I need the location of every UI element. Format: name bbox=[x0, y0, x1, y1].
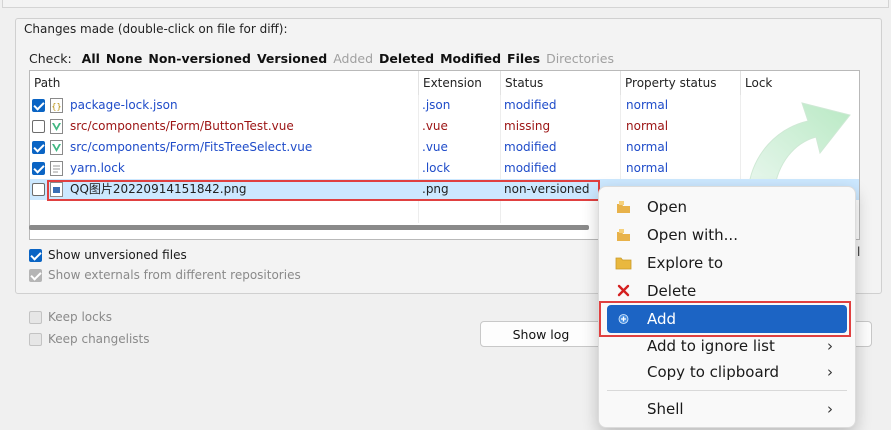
menu-item-add-to-ignore-list[interactable]: Add to ignore list › bbox=[607, 332, 847, 360]
changes-group-label: Changes made (double-click on file for d… bbox=[24, 22, 288, 36]
list-header: Path Extension Status Property status Lo… bbox=[30, 71, 859, 95]
menu-item-delete[interactable]: Delete bbox=[607, 277, 847, 305]
menu-item-shell[interactable]: Shell › bbox=[607, 395, 847, 423]
check-versioned-link[interactable]: Versioned bbox=[257, 51, 327, 66]
show-log-label: Show log bbox=[512, 326, 570, 342]
row-property-status: normal bbox=[626, 119, 669, 133]
context-menu: Open Open with... Explore to Delete Add … bbox=[598, 186, 856, 428]
table-row[interactable]: src/components/Form/ButtonTest.vue .vue … bbox=[30, 116, 859, 137]
image-file-icon bbox=[50, 182, 63, 197]
open-icon bbox=[617, 201, 630, 213]
row-checkbox[interactable] bbox=[32, 162, 45, 175]
keep-changelists-checkbox: Keep changelists bbox=[29, 330, 150, 348]
menu-item-label: Shell bbox=[647, 400, 684, 418]
row-status: non-versioned bbox=[504, 182, 590, 196]
row-checkbox[interactable] bbox=[32, 120, 45, 133]
table-row[interactable]: src/components/Form/FitsTreeSelect.vue .… bbox=[30, 137, 859, 158]
row-status: modified bbox=[504, 140, 557, 154]
check-nonversioned-link[interactable]: Non-versioned bbox=[148, 51, 251, 66]
check-directories-link: Directories bbox=[546, 50, 614, 66]
row-checkbox[interactable] bbox=[32, 183, 45, 196]
row-extension: .png bbox=[422, 182, 449, 196]
show-unversioned-label: Show unversioned files bbox=[48, 248, 187, 262]
row-path: package-lock.json bbox=[70, 98, 178, 112]
vue-file-icon bbox=[50, 119, 63, 134]
check-filter-row: Check: All None Non-versioned Versioned … bbox=[29, 50, 614, 66]
folder-icon bbox=[615, 257, 632, 270]
check-added-link: Added bbox=[333, 50, 374, 66]
menu-item-explore-to[interactable]: Explore to bbox=[607, 249, 847, 277]
keep-locks-label: Keep locks bbox=[48, 310, 112, 324]
show-externals-label: Show externals from different repositori… bbox=[48, 268, 301, 282]
column-header-status[interactable]: Status bbox=[500, 71, 620, 95]
menu-item-label: Add bbox=[647, 310, 677, 328]
row-status: missing bbox=[504, 119, 551, 133]
show-unversioned-checkbox[interactable]: Show unversioned files bbox=[29, 246, 187, 264]
column-header-lock[interactable]: Lock bbox=[740, 71, 859, 95]
text-file-icon bbox=[50, 161, 63, 176]
svg-text:{}: {} bbox=[51, 102, 61, 111]
keep-changelists-label: Keep changelists bbox=[48, 332, 150, 346]
checkbox-box bbox=[29, 310, 42, 324]
delete-x-icon bbox=[617, 284, 630, 297]
row-extension: .json bbox=[422, 98, 451, 112]
row-path: yarn.lock bbox=[70, 161, 125, 175]
menu-separator bbox=[607, 390, 847, 391]
chevron-right-icon: › bbox=[827, 400, 833, 418]
chevron-right-icon: › bbox=[827, 337, 833, 355]
checkbox-box bbox=[29, 332, 42, 346]
menu-item-label: Open bbox=[647, 198, 688, 216]
check-all-link[interactable]: All bbox=[82, 51, 100, 66]
menu-item-copy-to-clipboard[interactable]: Copy to clipboard › bbox=[607, 358, 847, 386]
chevron-right-icon: › bbox=[827, 363, 833, 381]
row-property-status: normal bbox=[626, 161, 669, 175]
show-externals-checkbox: Show externals from different repositori… bbox=[29, 266, 301, 284]
open-with-icon bbox=[617, 229, 630, 241]
column-header-path[interactable]: Path bbox=[30, 71, 418, 95]
keep-locks-checkbox: Keep locks bbox=[29, 308, 112, 326]
menu-item-label: Open with... bbox=[647, 226, 738, 244]
column-header-extension[interactable]: Extension bbox=[418, 71, 500, 95]
top-panel-edge bbox=[2, 0, 889, 8]
row-path: src/components/Form/ButtonTest.vue bbox=[70, 119, 294, 133]
row-status: modified bbox=[504, 161, 557, 175]
show-log-button[interactable]: Show log bbox=[480, 321, 602, 347]
table-row[interactable]: {} package-lock.json .json modified norm… bbox=[30, 95, 859, 116]
horizontal-scrollbar[interactable] bbox=[29, 225, 589, 230]
row-status: modified bbox=[504, 98, 557, 112]
table-row[interactable]: yarn.lock .lock modified normal bbox=[30, 158, 859, 179]
menu-item-label: Delete bbox=[647, 282, 697, 300]
commit-dialog: Changes made (double-click on file for d… bbox=[0, 0, 891, 430]
menu-item-open-with[interactable]: Open with... bbox=[607, 221, 847, 249]
row-extension: .lock bbox=[422, 161, 451, 175]
row-extension: .vue bbox=[422, 119, 448, 133]
row-property-status: normal bbox=[626, 98, 669, 112]
menu-item-add[interactable]: Add bbox=[607, 305, 847, 333]
check-deleted-link[interactable]: Deleted bbox=[379, 51, 434, 66]
column-header-property-status[interactable]: Property status bbox=[620, 71, 740, 95]
menu-item-open[interactable]: Open bbox=[607, 193, 847, 221]
row-path: QQ图片20220914151842.png bbox=[70, 182, 247, 196]
check-none-link[interactable]: None bbox=[106, 51, 142, 66]
row-property-status: normal bbox=[626, 140, 669, 154]
menu-item-label: Add to ignore list bbox=[647, 337, 775, 355]
menu-item-label: Explore to bbox=[647, 254, 724, 272]
row-checkbox[interactable] bbox=[32, 141, 45, 154]
row-checkbox[interactable] bbox=[32, 99, 45, 112]
checkbox-box bbox=[29, 268, 42, 282]
check-modified-link[interactable]: Modified bbox=[440, 51, 501, 66]
row-path: src/components/Form/FitsTreeSelect.vue bbox=[70, 140, 313, 154]
row-extension: .vue bbox=[422, 140, 448, 154]
json-file-icon: {} bbox=[50, 98, 63, 113]
check-files-link[interactable]: Files bbox=[507, 51, 540, 66]
menu-item-label: Copy to clipboard bbox=[647, 363, 780, 381]
vue-file-icon bbox=[50, 140, 63, 155]
check-label: Check: bbox=[29, 50, 72, 66]
add-icon bbox=[618, 314, 629, 324]
checkbox-box[interactable] bbox=[29, 248, 42, 262]
